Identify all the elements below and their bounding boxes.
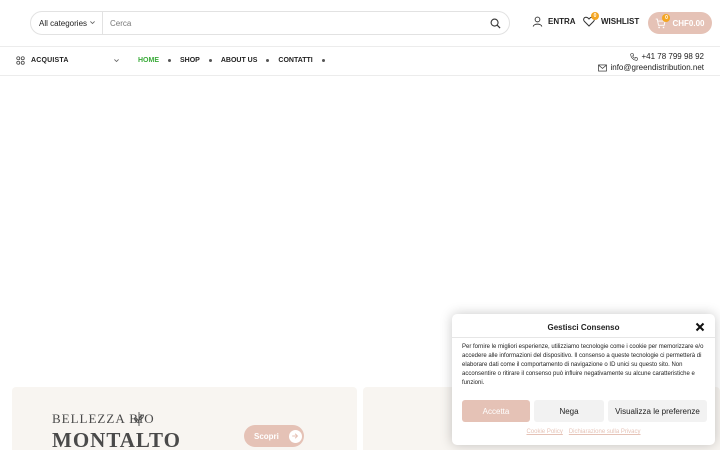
discover-button[interactable]: Scopri bbox=[244, 425, 304, 447]
contact-info: +41 78 799 98 92 info@greendistribution.… bbox=[598, 51, 704, 73]
phone-number: +41 78 799 98 92 bbox=[641, 52, 704, 61]
nav-separator bbox=[266, 59, 270, 62]
search-button[interactable] bbox=[483, 12, 507, 34]
shop-menu-toggle[interactable]: ACQUISTA bbox=[16, 56, 120, 65]
wishlist-label: WISHLIST bbox=[601, 17, 640, 26]
category-select[interactable]: All categories bbox=[31, 12, 103, 34]
email-address: info@greendistribution.net bbox=[610, 63, 704, 72]
mail-icon bbox=[598, 64, 608, 71]
cart-total: CHF0.00 bbox=[672, 18, 705, 28]
chevron-down-icon bbox=[90, 21, 95, 25]
consent-text: Per fornire le migliori esperienze, util… bbox=[462, 344, 704, 386]
search-icon bbox=[490, 18, 501, 29]
nav-link-home[interactable]: HOME bbox=[138, 57, 159, 64]
leaf-icon bbox=[134, 412, 144, 426]
grid-icon bbox=[16, 56, 25, 65]
nav-separator bbox=[168, 59, 171, 62]
phone-row[interactable]: +41 78 799 98 92 bbox=[598, 51, 704, 62]
close-icon[interactable] bbox=[695, 322, 705, 332]
wishlist-count-badge: 0 bbox=[591, 12, 599, 20]
nav-link-contacts[interactable]: CONTATTI bbox=[278, 57, 312, 64]
consent-buttons: Accetta Nega Visualizza le preferenze bbox=[462, 400, 707, 422]
main-nav: ACQUISTA HOME SHOP ABOUT US CONTATTI +41… bbox=[0, 47, 720, 76]
user-icon bbox=[532, 16, 543, 27]
consent-divider bbox=[452, 337, 715, 338]
search-input[interactable] bbox=[103, 12, 483, 34]
nav-link-about[interactable]: ABOUT US bbox=[221, 57, 258, 64]
nav-separator bbox=[321, 59, 325, 62]
cookie-policy-link[interactable]: Cookie Policy bbox=[526, 429, 562, 435]
accept-button[interactable]: Accetta bbox=[462, 400, 530, 422]
consent-title: Gestisci Consenso bbox=[547, 323, 620, 332]
nav-separator bbox=[208, 59, 212, 62]
cart-icon-wrap: 0 bbox=[655, 13, 671, 29]
category-select-label: All categories bbox=[39, 18, 88, 28]
view-preferences-button[interactable]: Visualizza le preferenze bbox=[608, 400, 707, 422]
phone-icon bbox=[630, 52, 639, 61]
promo-banner-montalto[interactable]: BELLEZZA BIO MONTALTO Scopri bbox=[12, 387, 357, 450]
arrow-right-icon bbox=[288, 429, 302, 443]
nav-link-shop[interactable]: SHOP bbox=[180, 57, 200, 64]
top-header: All categories ENTRA 0 WISHLIST 0 CHF0.0… bbox=[0, 0, 720, 47]
discover-button-label: Scopri bbox=[254, 431, 279, 441]
wishlist-link[interactable]: 0 WISHLIST bbox=[583, 12, 640, 27]
consent-links: Cookie Policy Dichiarazione sulla Privac… bbox=[452, 429, 715, 435]
cookie-consent-dialog: Gestisci Consenso Per fornire le miglior… bbox=[452, 314, 715, 445]
shop-menu-label: ACQUISTA bbox=[31, 57, 69, 64]
email-row[interactable]: info@greendistribution.net bbox=[598, 62, 704, 73]
nav-links: HOME SHOP ABOUT US CONTATTI bbox=[138, 57, 334, 64]
chevron-down-icon bbox=[114, 59, 119, 63]
search-bar: All categories bbox=[30, 11, 510, 35]
cart-button[interactable]: 0 CHF0.00 bbox=[648, 12, 712, 34]
privacy-statement-link[interactable]: Dichiarazione sulla Privacy bbox=[569, 429, 641, 435]
cart-count-badge: 0 bbox=[662, 13, 671, 22]
account-label: ENTRA bbox=[548, 17, 576, 26]
wishlist-icon-wrap: 0 bbox=[583, 12, 599, 27]
account-link[interactable]: ENTRA bbox=[532, 16, 576, 27]
brand-logo-name: MONTALTO bbox=[52, 428, 181, 450]
deny-button[interactable]: Nega bbox=[534, 400, 604, 422]
